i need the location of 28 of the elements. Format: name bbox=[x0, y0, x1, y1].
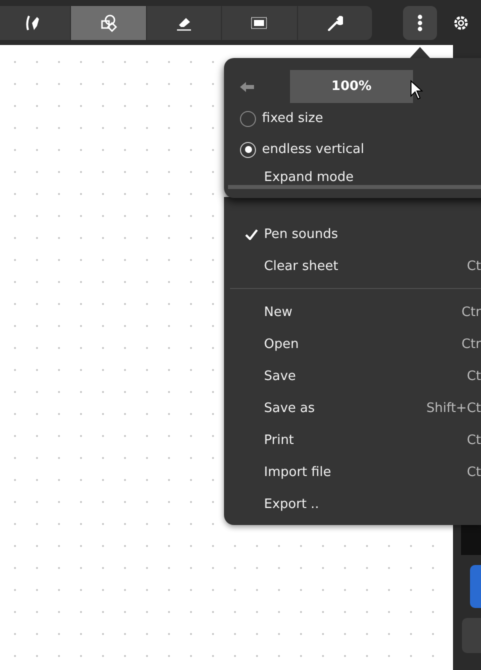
selection-icon bbox=[251, 16, 268, 28]
shapes-icon bbox=[100, 14, 118, 32]
radio-button[interactable] bbox=[240, 110, 256, 126]
expand-mode-label: Expand mode bbox=[264, 170, 354, 184]
radio-label: endless vertical bbox=[262, 142, 364, 157]
menu-item[interactable]: Print Ct bbox=[224, 424, 481, 456]
menu-item[interactable]: Import file Ct bbox=[224, 456, 481, 488]
scroll-bar[interactable] bbox=[228, 185, 481, 189]
tool-tab[interactable] bbox=[70, 6, 146, 40]
menu-item[interactable]: Save Ct bbox=[224, 360, 481, 392]
radio-button[interactable] bbox=[240, 142, 256, 158]
color-swatch[interactable] bbox=[461, 525, 481, 555]
back-arrow-icon[interactable] bbox=[240, 82, 254, 92]
menu-item[interactable]: Pen sounds bbox=[224, 218, 481, 250]
pen-icon bbox=[25, 14, 42, 32]
menu-item[interactable]: Clear sheet Ct bbox=[224, 250, 481, 282]
menu-item[interactable]: Save as Shift+Ct bbox=[224, 392, 481, 424]
more-icon bbox=[417, 14, 423, 32]
settings-icon[interactable] bbox=[453, 14, 469, 30]
zoom-field[interactable]: 100% bbox=[290, 70, 413, 103]
menu-item[interactable]: Open Ctr bbox=[224, 328, 481, 360]
mouse-pointer-icon bbox=[410, 80, 423, 100]
menu-button[interactable] bbox=[403, 6, 437, 40]
wrench-icon bbox=[326, 14, 343, 30]
side-button[interactable] bbox=[470, 565, 481, 608]
menu-item[interactable]: New Ctr bbox=[224, 296, 481, 328]
menu-item[interactable]: Export .. bbox=[224, 488, 481, 520]
radio-label: fixed size bbox=[262, 111, 324, 126]
